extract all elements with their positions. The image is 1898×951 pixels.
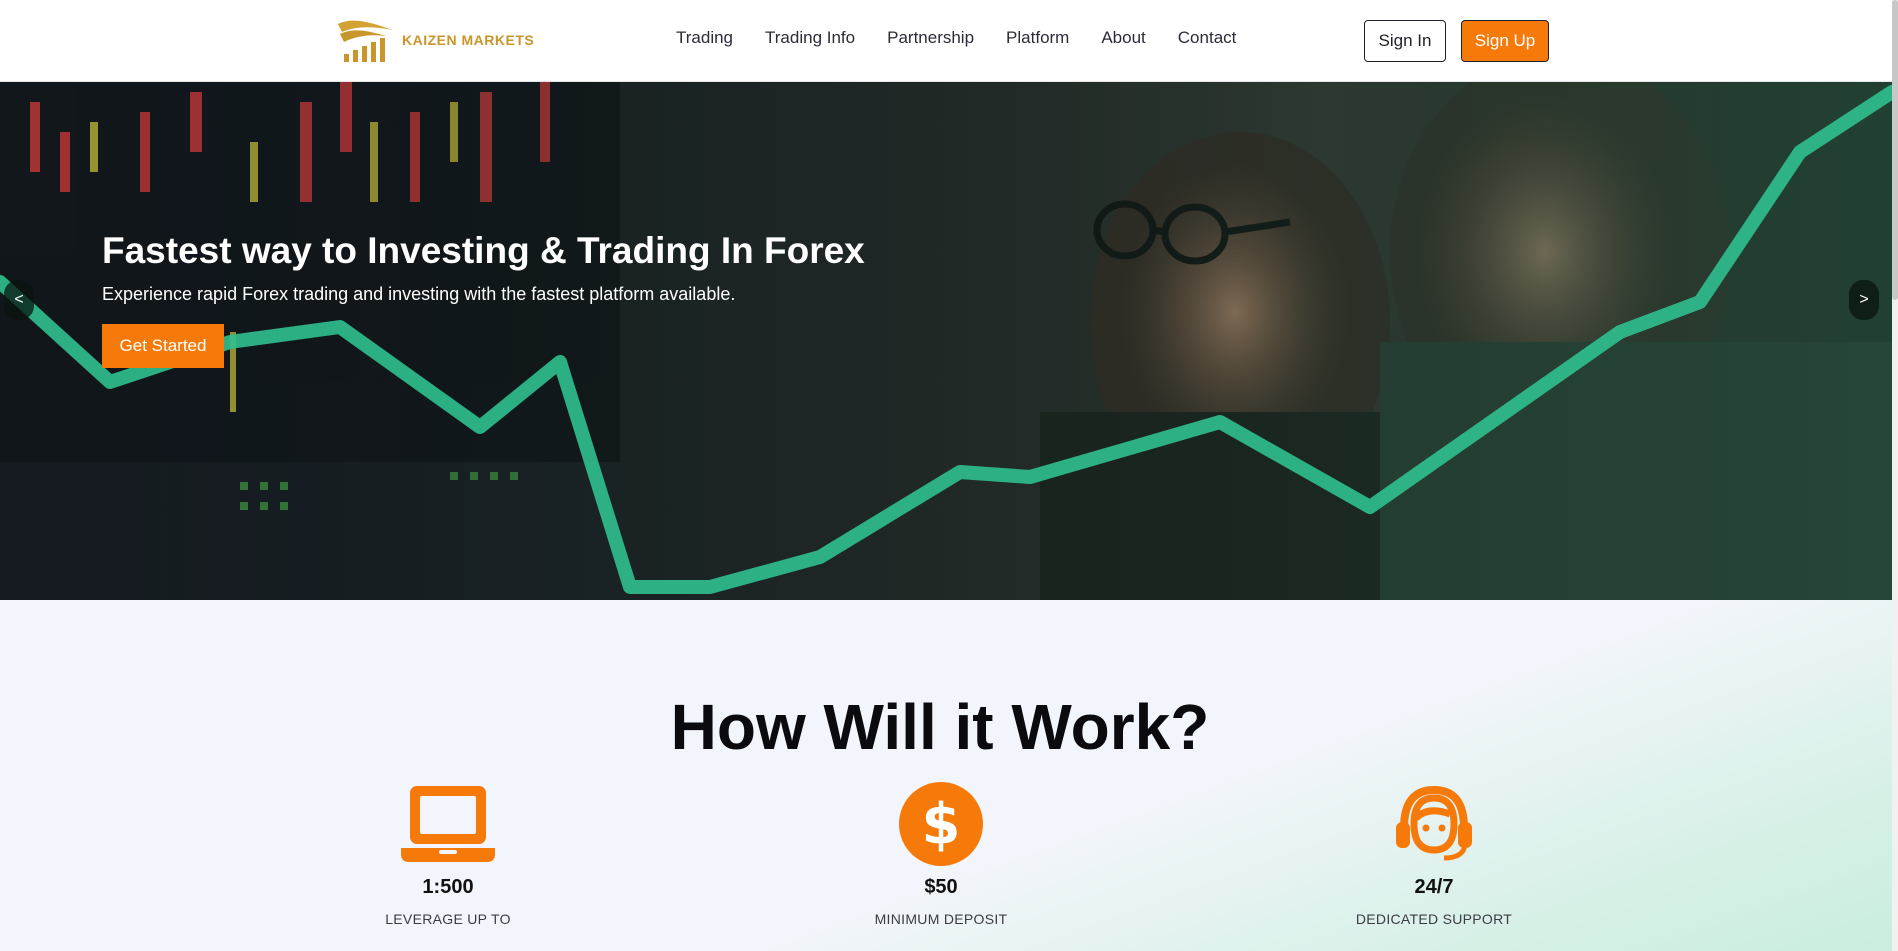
how-it-works-section: How Will it Work? 1:500 LEVERAGE UP TO $… [0, 600, 1892, 951]
feature-value: 1:500 [422, 876, 474, 898]
nav-item-partnership[interactable]: Partnership [887, 28, 974, 48]
section-title: How Will it Work? [670, 691, 1210, 763]
scrollbar-thumb[interactable] [1892, 0, 1898, 300]
hero-slider: Fastest way to Investing & Trading In Fo… [0, 82, 1892, 600]
dollar-icon: $ [899, 782, 983, 866]
nav-item-trading-info[interactable]: Trading Info [765, 28, 855, 48]
nav-item-trading[interactable]: Trading [676, 28, 733, 48]
site-header: KAIZEN MARKETS Trading Trading Info Part… [0, 0, 1898, 82]
hero-subtitle: Experience rapid Forex trading and inves… [102, 284, 736, 304]
slider-prev-button[interactable]: < [4, 280, 34, 320]
page-scrollbar[interactable] [1892, 0, 1898, 951]
logo[interactable]: KAIZEN MARKETS [336, 16, 534, 64]
headset-support-icon [1396, 785, 1472, 861]
feature-support: 24/7 DEDICATED SUPPORT [1314, 780, 1554, 927]
laptop-icon [401, 786, 495, 862]
feature-leverage: 1:500 LEVERAGE UP TO [328, 780, 568, 927]
main-nav: Trading Trading Info Partnership Platfor… [676, 28, 1236, 48]
feature-label: DEDICATED SUPPORT [1355, 911, 1513, 927]
feature-label: LEVERAGE UP TO [385, 911, 511, 927]
svg-text:$: $ [922, 792, 961, 857]
get-started-button[interactable]: Get Started [102, 324, 224, 368]
nav-item-about[interactable]: About [1101, 28, 1145, 48]
feature-value: $50 [924, 876, 958, 898]
sign-up-button[interactable]: Sign Up [1461, 20, 1549, 62]
slider-next-button[interactable]: > [1849, 280, 1879, 320]
nav-item-platform[interactable]: Platform [1006, 28, 1069, 48]
logo-mark-icon [338, 20, 392, 62]
nav-item-contact[interactable]: Contact [1178, 28, 1237, 48]
hero-title: Fastest way to Investing & Trading In Fo… [102, 230, 865, 271]
hero-background-image [0, 82, 1892, 600]
feature-label: MINIMUM DEPOSIT [874, 911, 1008, 927]
logo-text: KAIZEN MARKETS [402, 32, 535, 48]
feature-value: 24/7 [1414, 876, 1454, 898]
feature-deposit: $ $50 MINIMUM DEPOSIT [821, 780, 1061, 927]
sign-in-button[interactable]: Sign In [1364, 20, 1446, 62]
